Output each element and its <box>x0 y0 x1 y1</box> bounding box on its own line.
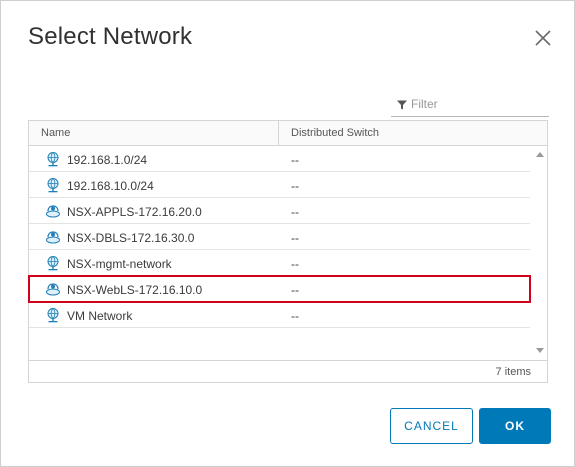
item-count: 7 items <box>495 366 531 378</box>
vm-network-icon <box>45 307 61 323</box>
grid-header: Name Distributed Switch <box>29 121 547 146</box>
table-row[interactable]: NSX-DBLS-172.16.30.0 -- <box>29 224 530 250</box>
logical-switch-icon <box>45 281 61 297</box>
distributed-switch-value: -- <box>291 205 299 219</box>
table-row[interactable]: NSX-APPLS-172.16.20.0 -- <box>29 198 530 224</box>
logical-switch-icon <box>45 203 61 219</box>
table-row[interactable]: 192.168.10.0/24 -- <box>29 172 530 198</box>
grid-rows: 192.168.1.0/24 -- 192.168.10.0/24 -- NSX… <box>28 146 531 328</box>
network-name: NSX-DBLS-172.16.30.0 <box>67 231 195 245</box>
table-row-selected[interactable]: NSX-WebLS-172.16.10.0 -- <box>28 275 531 303</box>
network-name: NSX-mgmt-network <box>67 257 172 271</box>
table-row[interactable]: NSX-mgmt-network -- <box>29 250 530 276</box>
distributed-switch-value: -- <box>291 231 299 245</box>
close-icon[interactable] <box>532 27 554 49</box>
network-name: VM Network <box>67 309 133 323</box>
column-header-name[interactable]: Name <box>41 127 70 139</box>
distributed-switch-value: -- <box>291 283 299 297</box>
scroll-up-icon[interactable] <box>536 152 544 157</box>
vm-network-icon <box>45 151 61 167</box>
scroll-down-icon[interactable] <box>536 348 544 353</box>
distributed-switch-value: -- <box>291 309 299 323</box>
table-row[interactable]: VM Network -- <box>29 302 530 328</box>
network-name: NSX-APPLS-172.16.20.0 <box>67 205 202 219</box>
table-row[interactable]: 192.168.1.0/24 -- <box>29 146 530 172</box>
filter-input[interactable] <box>411 94 543 114</box>
vm-network-icon <box>45 255 61 271</box>
ok-button[interactable]: OK <box>479 408 551 444</box>
filter-box <box>391 93 549 117</box>
distributed-switch-value: -- <box>291 179 299 193</box>
dialog-title: Select Network <box>28 23 193 50</box>
column-header-distributed-switch[interactable]: Distributed Switch <box>291 127 379 139</box>
vm-network-icon <box>45 177 61 193</box>
filter-icon <box>396 98 408 110</box>
column-resize-handle[interactable] <box>278 121 279 146</box>
distributed-switch-value: -- <box>291 257 299 271</box>
select-network-dialog: Select Network Name Distributed Switch 1… <box>0 0 575 467</box>
logical-switch-icon <box>45 229 61 245</box>
cancel-button[interactable]: CANCEL <box>390 408 473 444</box>
distributed-switch-value: -- <box>291 153 299 167</box>
network-grid: Name Distributed Switch 192.168.1.0/24 -… <box>28 120 548 383</box>
vertical-scrollbar[interactable] <box>532 147 547 359</box>
grid-footer: 7 items <box>29 360 547 382</box>
network-name: 192.168.1.0/24 <box>67 153 148 167</box>
network-name: NSX-WebLS-172.16.10.0 <box>67 283 203 297</box>
network-name: 192.168.10.0/24 <box>67 179 154 193</box>
